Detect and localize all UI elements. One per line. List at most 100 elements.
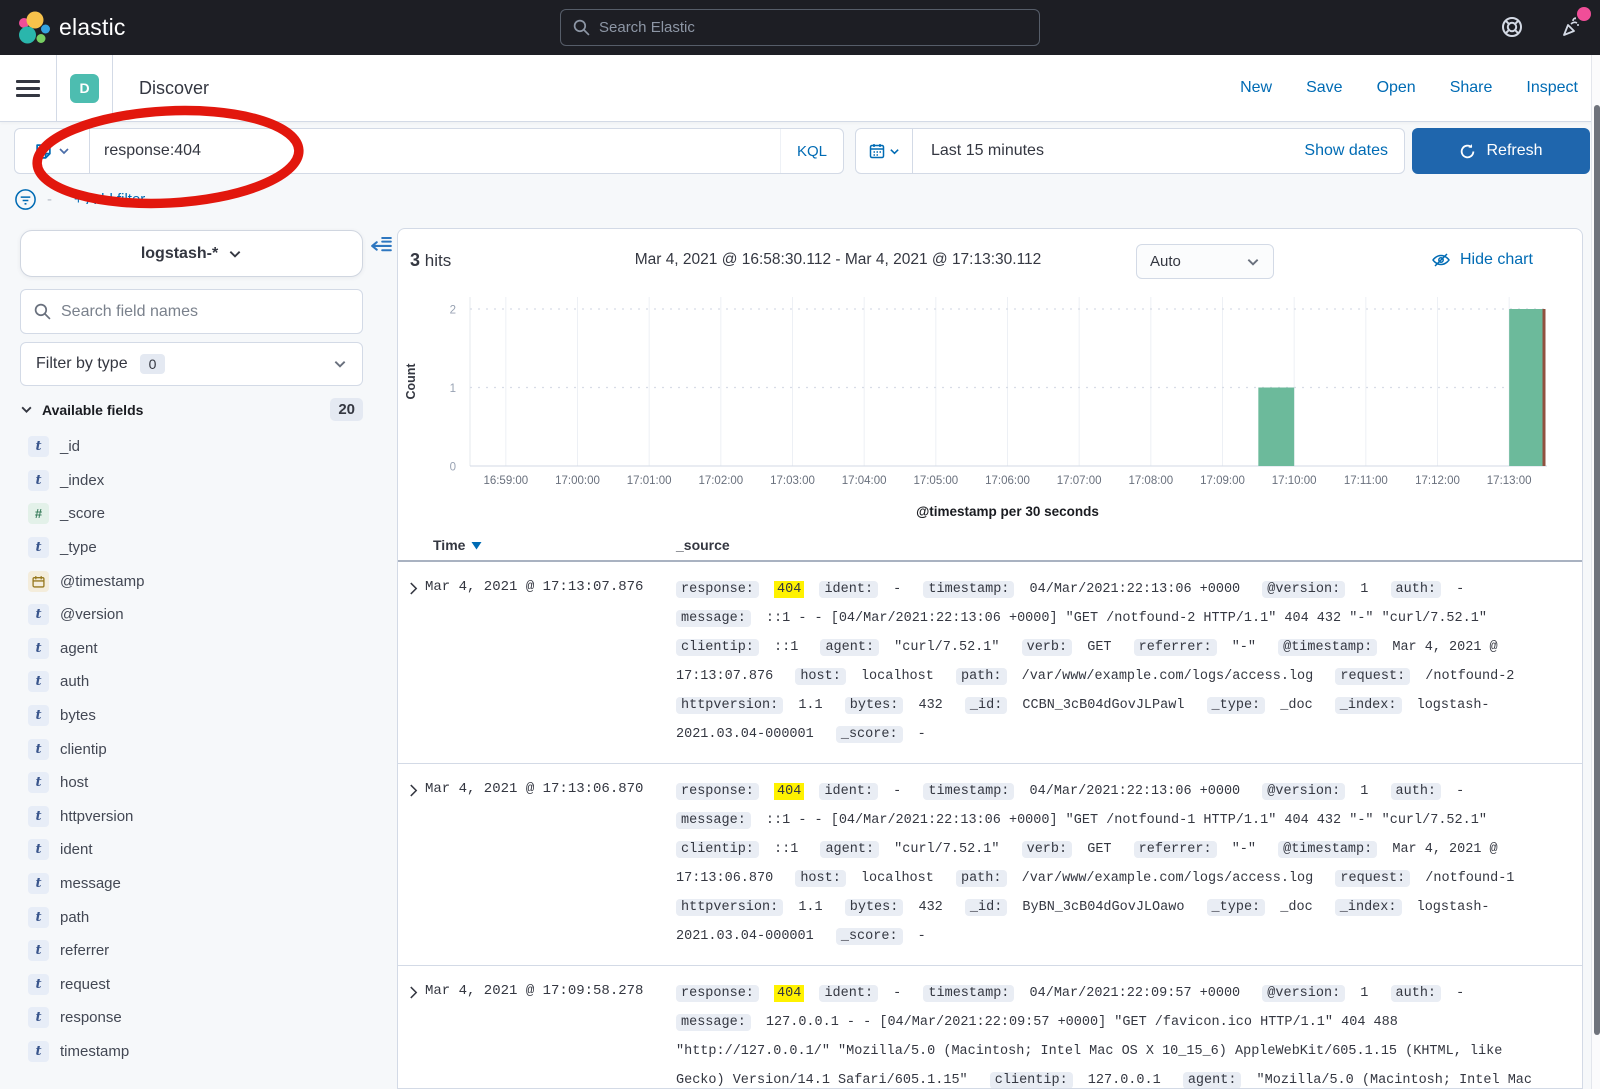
highlighted-value: 404 (774, 783, 804, 800)
text-type-icon: t (28, 739, 49, 760)
query-input[interactable]: response:404 KQL (14, 128, 844, 174)
field-badge: message: (676, 812, 751, 829)
svg-text:17:12:00: 17:12:00 (1415, 475, 1460, 487)
expand-doc-button[interactable] (398, 777, 425, 951)
field-badge: @timestamp: (1278, 639, 1377, 656)
query-language-button[interactable]: KQL (780, 129, 843, 173)
filter-by-type-control[interactable]: Filter by type 0 (20, 342, 363, 386)
field-label: _type (60, 539, 97, 556)
field-value: - (1456, 986, 1464, 1001)
time-column-header[interactable]: Time (433, 537, 482, 553)
add-filter-button[interactable]: + Add filter (74, 191, 145, 208)
highlighted-value: 404 (774, 985, 804, 1002)
field-value: - (893, 784, 901, 799)
save-button[interactable]: Save (1306, 79, 1342, 97)
field-item-_id[interactable]: t_id (20, 430, 380, 464)
index-pattern-selector[interactable]: logstash-* (20, 230, 363, 277)
doc-time: Mar 4, 2021 @ 17:13:06.870 (425, 777, 676, 951)
search-icon (573, 19, 590, 36)
collapse-sidebar-icon[interactable] (370, 233, 393, 256)
svg-text:Count: Count (404, 363, 418, 400)
text-type-icon: t (28, 873, 49, 894)
share-button[interactable]: Share (1450, 79, 1493, 97)
page-scrollbar[interactable] (1591, 55, 1600, 1089)
field-item-@version[interactable]: t@version (20, 598, 380, 632)
field-value: 432 (918, 698, 942, 713)
top-navigation: elastic Search Elastic (0, 0, 1600, 55)
chevron-down-icon (333, 357, 347, 371)
quick-select-button[interactable] (856, 129, 913, 173)
field-badge: auth: (1391, 581, 1442, 598)
menu-button[interactable] (0, 55, 57, 121)
help-icon[interactable] (1500, 15, 1524, 39)
inspect-button[interactable]: Inspect (1526, 79, 1578, 97)
breadcrumb-bar: D Discover NewSaveOpenShareInspect (0, 55, 1600, 122)
field-item-bytes[interactable]: tbytes (20, 699, 380, 733)
field-search-input[interactable]: Search field names (20, 289, 363, 334)
field-item-agent[interactable]: tagent (20, 632, 380, 666)
field-label: _score (60, 505, 105, 522)
field-item-host[interactable]: thost (20, 766, 380, 800)
field-item-clientip[interactable]: tclientip (20, 732, 380, 766)
refresh-button[interactable]: Refresh (1412, 128, 1590, 174)
global-search-placeholder: Search Elastic (599, 19, 695, 36)
text-type-icon: t (28, 705, 49, 726)
field-value: 1 (1360, 986, 1368, 1001)
search-icon (34, 303, 51, 320)
field-item-referrer[interactable]: treferrer (20, 934, 380, 968)
field-item-message[interactable]: tmessage (20, 867, 380, 901)
field-label: bytes (60, 707, 96, 724)
query-text[interactable]: response:404 (90, 142, 780, 160)
show-dates-button[interactable]: Show dates (1304, 142, 1404, 160)
field-badge: _score: (836, 928, 903, 945)
chevron-down-icon (889, 146, 900, 157)
field-badge: agent: (1183, 1072, 1242, 1089)
field-badge: @version: (1262, 985, 1345, 1002)
histogram-chart[interactable]: 01216:59:0017:00:0017:01:0017:02:0017:03… (398, 229, 1583, 524)
results-panel: 3 hits Mar 4, 2021 @ 16:58:30.112 - Mar … (397, 228, 1583, 1089)
filter-menu-icon[interactable] (14, 188, 37, 211)
field-label: @version (60, 606, 124, 623)
field-item-_type[interactable]: t _type (20, 531, 380, 565)
field-item-request[interactable]: trequest (20, 968, 380, 1002)
field-badge: _id: (965, 899, 1007, 916)
field-label: @timestamp (60, 573, 144, 590)
field-item-httpversion[interactable]: thttpversion (20, 800, 380, 834)
elastic-brand[interactable]: elastic (0, 10, 126, 46)
time-range-value[interactable]: Last 15 minutes (913, 142, 1304, 160)
field-value: - (1456, 582, 1464, 597)
table-row: Mar 4, 2021 @ 17:09:58.278response: 404 … (398, 966, 1582, 1089)
field-item-timestamp[interactable]: ttimestamp (20, 1035, 380, 1069)
open-button[interactable]: Open (1377, 79, 1416, 97)
brand-text: elastic (59, 14, 126, 41)
hamburger-icon (16, 76, 40, 101)
text-type-icon: t (28, 470, 49, 491)
field-item-_index[interactable]: t_index (20, 464, 380, 498)
saved-query-menu-button[interactable] (15, 129, 90, 173)
field-badge: timestamp: (923, 783, 1014, 800)
field-item-ident[interactable]: tident (20, 833, 380, 867)
scrollbar-thumb[interactable] (1594, 105, 1600, 1035)
field-value: localhost (861, 871, 934, 886)
field-item-auth[interactable]: tauth (20, 665, 380, 699)
field-value: 1 (1360, 784, 1368, 799)
calendar-glyph (32, 575, 45, 588)
field-label: _id (60, 438, 80, 455)
field-item-@timestamp[interactable]: @timestamp (20, 564, 380, 598)
field-badge: httpversion: (676, 697, 783, 714)
field-item-path[interactable]: tpath (20, 900, 380, 934)
field-item-response[interactable]: tresponse (20, 1001, 380, 1035)
svg-text:17:07:00: 17:07:00 (1057, 475, 1102, 487)
global-search-input[interactable]: Search Elastic (560, 9, 1040, 46)
field-value: _doc (1280, 698, 1312, 713)
new-button[interactable]: New (1240, 79, 1272, 97)
field-value: ByBN_3cB04dGovJLOawo (1022, 900, 1184, 915)
field-item-_score[interactable]: #_score (20, 497, 380, 531)
expand-doc-button[interactable] (398, 575, 425, 749)
field-badge: @timestamp: (1278, 841, 1377, 858)
text-type-icon: t (28, 537, 49, 558)
doc-source: response: 404 ident: - timestamp: 04/Mar… (676, 979, 1582, 1089)
expand-doc-button[interactable] (398, 979, 425, 1089)
field-value: 127.0.0.1 (1088, 1073, 1161, 1088)
available-fields-header[interactable]: Available fields 20 (20, 398, 363, 421)
